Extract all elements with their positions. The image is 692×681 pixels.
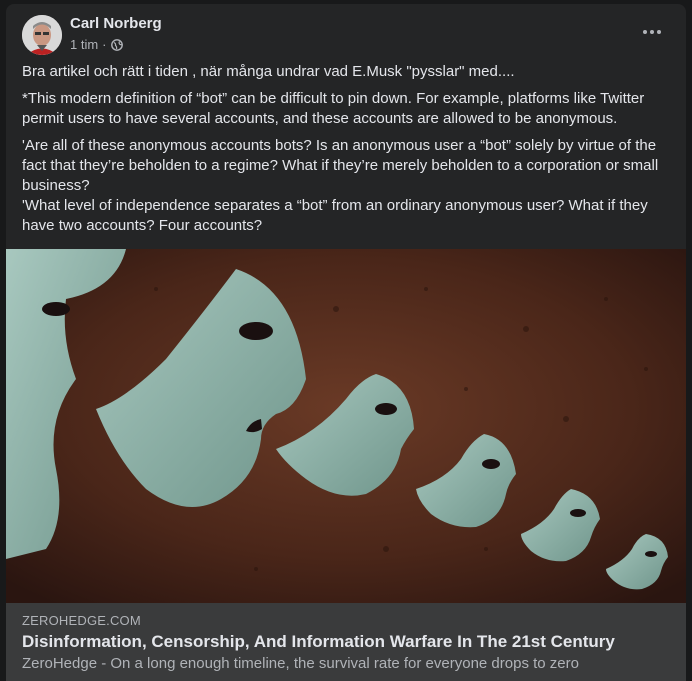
meta-separator: · bbox=[102, 37, 107, 52]
post-paragraph: 'Are all of these anonymous accounts bot… bbox=[22, 137, 659, 194]
post-card: Carl Norberg 1 tim · Bra artikel och rät… bbox=[6, 4, 686, 681]
post-body: Bra artikel och rätt i tiden , när många… bbox=[22, 62, 672, 236]
post-time[interactable]: 1 tim bbox=[70, 37, 98, 52]
avatar[interactable] bbox=[22, 15, 62, 55]
link-domain: ZEROHEDGE.COM bbox=[22, 613, 141, 628]
post-paragraph: *This modern definition of “bot” can be … bbox=[22, 90, 645, 127]
post-paragraph: Bra artikel och rätt i tiden , när många… bbox=[22, 63, 515, 80]
globe-icon bbox=[110, 38, 123, 51]
author-name[interactable]: Carl Norberg bbox=[70, 15, 162, 32]
post-paragraph: 'What level of independence separates a … bbox=[22, 197, 648, 234]
link-preview[interactable]: ZEROHEDGE.COM Disinformation, Censorship… bbox=[6, 603, 686, 681]
more-options-icon[interactable] bbox=[634, 22, 670, 42]
link-preview-image[interactable] bbox=[6, 249, 686, 603]
post-meta: 1 tim · bbox=[70, 37, 123, 52]
link-description: ZeroHedge - On a long enough timeline, t… bbox=[22, 655, 579, 672]
link-title[interactable]: Disinformation, Censorship, And Informat… bbox=[22, 632, 615, 652]
